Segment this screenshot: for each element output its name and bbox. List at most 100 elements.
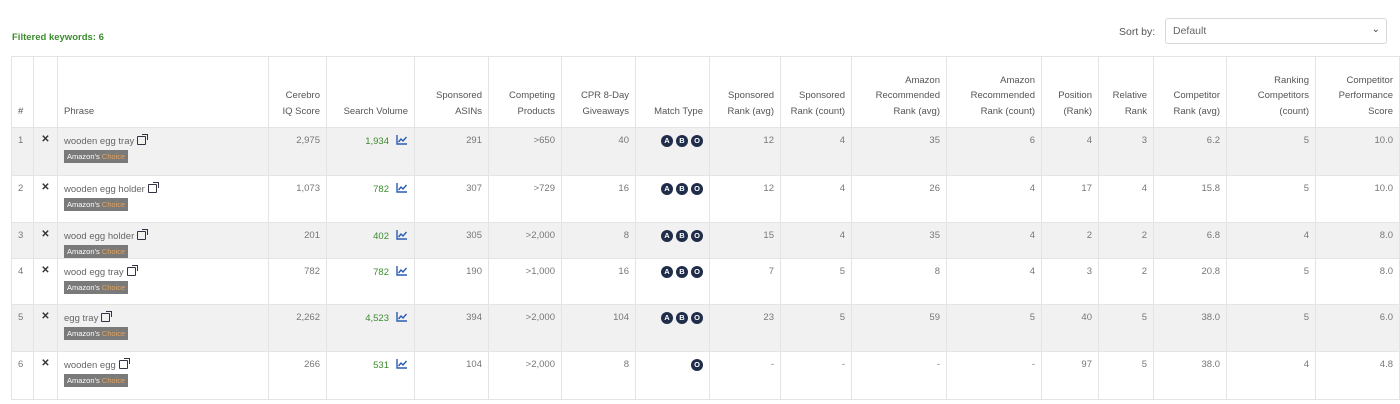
- col-competitor-performance-score[interactable]: Competitor Performance Score: [1315, 56, 1400, 128]
- amazon-rec-rank-count: 5: [946, 304, 1042, 352]
- col-cerebro-iq-score[interactable]: Cerebro IQ Score: [268, 56, 327, 128]
- sponsored-rank-count: -: [780, 351, 852, 400]
- chevron-down-icon: ⌄: [1371, 24, 1380, 35]
- phrase-text[interactable]: wooden egg: [64, 360, 116, 371]
- chart-line-icon[interactable]: [396, 266, 408, 276]
- col-ranking-competitors-count[interactable]: Ranking Competitors (count): [1226, 56, 1316, 128]
- badge-prefix: Amazon's: [67, 329, 100, 338]
- col-amazon-rec-rank-count[interactable]: Amazon Recommended Rank (count): [946, 56, 1042, 128]
- remove-cell: ✕: [33, 175, 58, 223]
- phrase-text[interactable]: wood egg holder: [64, 231, 134, 242]
- close-icon[interactable]: ✕: [41, 358, 49, 369]
- close-icon[interactable]: ✕: [41, 311, 49, 322]
- amazon-rec-rank-avg: 35: [851, 222, 947, 259]
- table-row: 2 ✕ wooden egg holder Amazon's Choice 1,073 7…: [11, 175, 1400, 223]
- close-icon[interactable]: ✕: [41, 182, 49, 193]
- col-sponsored-asins[interactable]: Sponsored ASINs: [414, 56, 489, 128]
- sponsored-asins: 190: [414, 258, 489, 305]
- toolbar: Filtered keywords: 6 Sort by: Default ⌄: [0, 0, 1400, 52]
- competing-products: >2,000: [488, 222, 562, 259]
- cpr-giveaways: 16: [561, 258, 636, 305]
- close-icon[interactable]: ✕: [41, 134, 49, 145]
- sponsored-asins: 307: [414, 175, 489, 223]
- competitor-rank-avg: 38.0: [1153, 351, 1227, 400]
- ranking-competitors-count: 4: [1226, 351, 1316, 400]
- amazons-choice-badge: Amazon's Choice: [64, 374, 129, 387]
- col-search-volume[interactable]: Search Volume: [326, 56, 415, 128]
- competing-products: >2,000: [488, 351, 562, 400]
- external-link-icon[interactable]: [147, 182, 159, 193]
- amazons-choice-badge: Amazon's Choice: [64, 245, 129, 258]
- search-volume-value: 782: [373, 184, 389, 195]
- relative-rank: 5: [1098, 304, 1154, 352]
- relative-rank: 5: [1098, 351, 1154, 400]
- sort-value: Default: [1173, 25, 1207, 37]
- search-volume-cell: 402: [326, 222, 415, 259]
- col-sponsored-rank-count[interactable]: Sponsored Rank (count): [780, 56, 852, 128]
- badge-prefix: Amazon's: [67, 200, 100, 209]
- badge-suffix: Choice: [101, 283, 126, 292]
- competitor-performance-score: 8.0: [1315, 222, 1400, 259]
- close-icon[interactable]: ✕: [41, 229, 49, 240]
- cpr-giveaways: 8: [561, 222, 636, 259]
- ranking-competitors-count: 4: [1226, 222, 1316, 259]
- sponsored-rank-avg: 23: [709, 304, 781, 352]
- amazon-rec-rank-count: 4: [946, 175, 1042, 223]
- chart-line-icon[interactable]: [396, 312, 408, 322]
- close-icon[interactable]: ✕: [41, 265, 49, 276]
- phrase-cell: wooden egg holder Amazon's Choice: [57, 175, 269, 223]
- chart-line-icon[interactable]: [396, 230, 408, 240]
- position-rank: 97: [1041, 351, 1099, 400]
- chart-line-icon[interactable]: [396, 359, 408, 369]
- phrase-text[interactable]: wooden egg holder: [64, 184, 145, 195]
- external-link-icon[interactable]: [101, 311, 113, 322]
- row-index: 5: [11, 304, 34, 352]
- external-link-icon[interactable]: [137, 229, 149, 240]
- remove-cell: ✕: [33, 258, 58, 305]
- col-sponsored-rank-avg[interactable]: Sponsored Rank (avg): [709, 56, 781, 128]
- position-rank: 40: [1041, 304, 1099, 352]
- cerebro-iq-score: 266: [268, 351, 327, 400]
- position-rank: 3: [1041, 258, 1099, 305]
- col-phrase[interactable]: Phrase: [57, 56, 269, 128]
- col-position-rank[interactable]: Position (Rank): [1041, 56, 1099, 128]
- match-type-a-icon: A: [661, 183, 673, 195]
- external-link-icon[interactable]: [126, 265, 138, 276]
- search-volume-cell: 1,934: [326, 127, 415, 176]
- phrase-cell: wood egg holder Amazon's Choice: [57, 222, 269, 259]
- competitor-rank-avg: 15.8: [1153, 175, 1227, 223]
- amazons-choice-badge: Amazon's Choice: [64, 281, 129, 294]
- sponsored-rank-avg: 15: [709, 222, 781, 259]
- match-type-b-icon: B: [676, 266, 688, 278]
- cerebro-iq-score: 1,073: [268, 175, 327, 223]
- col-match-type[interactable]: Match Type: [635, 56, 710, 128]
- phrase-text[interactable]: egg tray: [64, 313, 98, 324]
- match-type-o-icon: O: [691, 183, 703, 195]
- phrase-text[interactable]: wood egg tray: [64, 267, 124, 278]
- sort-select[interactable]: Default ⌄: [1165, 18, 1387, 44]
- amazon-rec-rank-count: -: [946, 351, 1042, 400]
- col-relative-rank[interactable]: Relative Rank: [1098, 56, 1154, 128]
- cerebro-iq-score: 201: [268, 222, 327, 259]
- badge-prefix: Amazon's: [67, 376, 100, 385]
- external-link-icon[interactable]: [118, 358, 130, 369]
- external-link-icon[interactable]: [137, 134, 149, 145]
- phrase-text[interactable]: wooden egg tray: [64, 136, 134, 147]
- col-cpr-giveaways[interactable]: CPR 8-Day Giveaways: [561, 56, 636, 128]
- badge-prefix: Amazon's: [67, 247, 100, 256]
- relative-rank: 3: [1098, 127, 1154, 176]
- sort-label: Sort by:: [1119, 26, 1156, 38]
- sponsored-rank-count: 4: [780, 175, 852, 223]
- col-amazon-rec-rank-avg[interactable]: Amazon Recommended Rank (avg): [851, 56, 947, 128]
- col-competitor-rank-avg[interactable]: Competitor Rank (avg): [1153, 56, 1227, 128]
- col-remove: [33, 56, 58, 128]
- chart-line-icon[interactable]: [396, 183, 408, 193]
- sponsored-rank-count: 5: [780, 304, 852, 352]
- chart-line-icon[interactable]: [396, 135, 408, 145]
- col-competing-products[interactable]: Competing Products: [488, 56, 562, 128]
- search-volume-value: 782: [373, 267, 389, 278]
- badge-suffix: Choice: [101, 152, 126, 161]
- match-type-o-icon: O: [691, 359, 703, 371]
- competitor-rank-avg: 20.8: [1153, 258, 1227, 305]
- table-row: 4 ✕ wood egg tray Amazon's Choice 782 782 190 >…: [11, 258, 1400, 305]
